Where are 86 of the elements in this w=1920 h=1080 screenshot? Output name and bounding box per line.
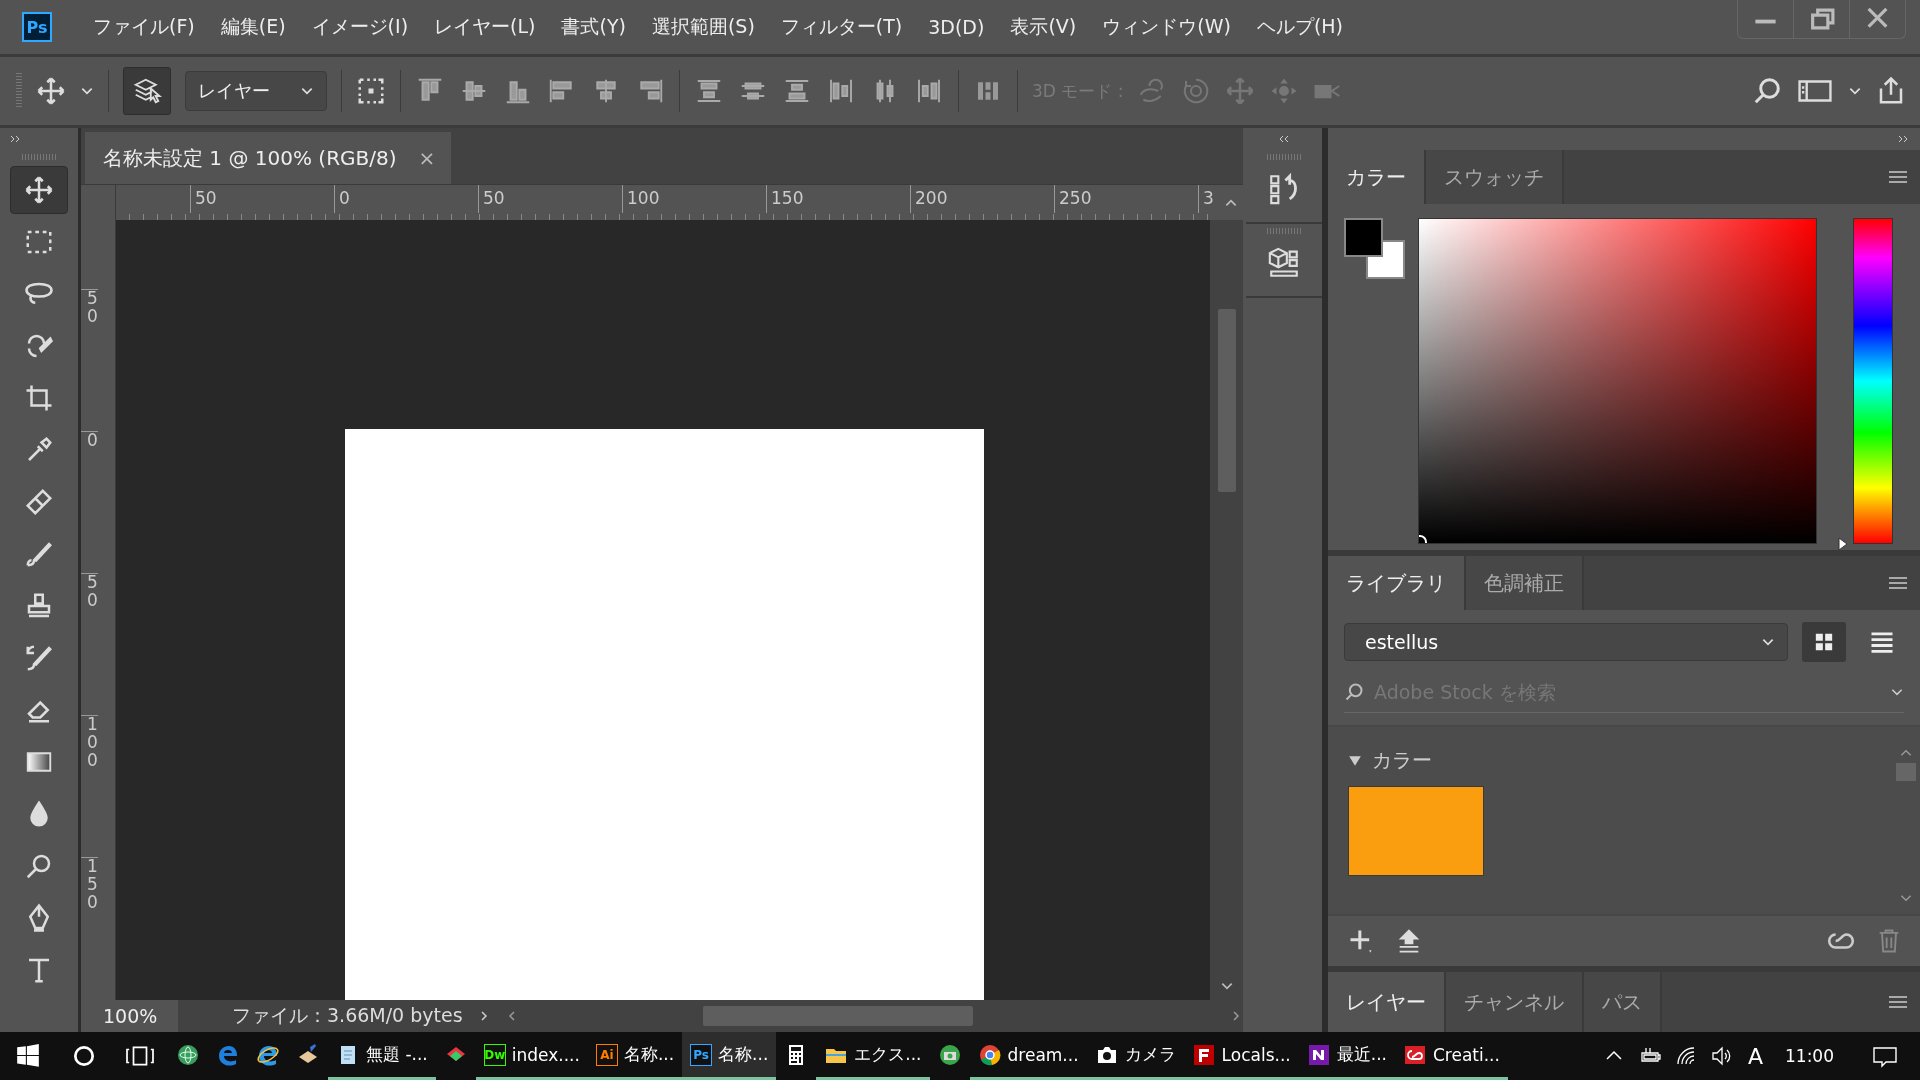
app-icon: Ps [690, 1043, 713, 1066]
panel-menu-icon[interactable] [1888, 995, 1908, 1009]
section-title[interactable]: カラー [1372, 747, 1432, 774]
camera-icon [937, 1042, 962, 1067]
ruler-label: 50 [190, 185, 334, 213]
taskbar-button[interactable]: Creati... [1394, 1032, 1508, 1080]
taskbar-button[interactable]: Dw index.... [475, 1032, 588, 1080]
move-icon[interactable] [36, 76, 66, 106]
search-icon [1344, 682, 1364, 702]
ruler-label: 150 [81, 857, 98, 999]
crop-icon [24, 383, 54, 413]
ruler-label: 50 [81, 573, 98, 715]
atom-icon [176, 1042, 200, 1067]
scrollbar-thumb[interactable] [1217, 309, 1236, 492]
layer-dropdown[interactable]: レイヤー [185, 71, 327, 111]
menu-item[interactable]: 表示(V) [997, 14, 1090, 40]
zoom-field[interactable]: 100% [81, 1000, 178, 1032]
panel-tab[interactable]: 色調補正 [1466, 556, 1584, 610]
color-field[interactable] [1418, 218, 1817, 544]
scroll-down-icon[interactable] [1899, 892, 1913, 904]
panel-tab[interactable]: ライブラリ [1328, 556, 1466, 610]
ruler-label: 250 [1054, 185, 1198, 213]
bandage-icon [24, 487, 54, 517]
menu-item[interactable]: ファイル(F) [80, 14, 208, 40]
ruler-label: 100 [622, 185, 766, 213]
grid-view-icon[interactable] [1802, 622, 1846, 662]
ruler-label: 50 [81, 289, 98, 431]
taskbar-button[interactable]: カメラ [1086, 1032, 1184, 1080]
menu-item[interactable]: 編集(E) [207, 14, 299, 40]
ruler-label: 100 [81, 715, 98, 857]
auto-select-button[interactable] [123, 67, 171, 115]
taskbar-button[interactable]: Ps 名称... [682, 1032, 777, 1080]
ruler-label: 50 [478, 185, 622, 213]
expanded-triangle-icon[interactable] [1348, 753, 1362, 768]
ruler-label: 0 [334, 185, 478, 213]
history-brush-icon [24, 643, 54, 673]
menu-item[interactable]: レイヤー(L) [421, 14, 549, 40]
hue-slider-thumb[interactable] [1837, 537, 1849, 551]
taskbar-button[interactable]: Locals... [1183, 1032, 1299, 1080]
foreground-background-swatches[interactable] [1344, 218, 1406, 280]
scrollbar-thumb[interactable] [1896, 763, 1916, 781]
menu-item[interactable]: ウィンドウ(W) [1089, 14, 1244, 40]
scrollbar-thumb[interactable] [702, 1006, 973, 1026]
ruler-label: 0 [81, 431, 98, 573]
onenote-icon [1306, 1042, 1331, 1067]
panel-tab[interactable]: チャンネル [1446, 972, 1584, 1032]
ruler-label: 3 [1198, 185, 1216, 213]
menu-item[interactable]: フィルター(T) [767, 14, 916, 40]
expand-icon[interactable] [10, 135, 22, 143]
taskbar-button[interactable]: 無題 -... [328, 1032, 436, 1080]
3d-cube-icon[interactable] [1267, 246, 1301, 280]
app-logo: Ps [22, 12, 52, 42]
tool-button[interactable] [10, 166, 68, 214]
four-way-arrow-icon [24, 175, 54, 205]
layers-arrow-icon [132, 76, 162, 106]
panel-tab[interactable]: スウォッチ [1426, 150, 1564, 204]
expand-icon[interactable] [1898, 135, 1910, 143]
library-dropdown[interactable]: estellus [1344, 623, 1788, 661]
transform-controls-icon[interactable] [356, 76, 386, 106]
taskbar-button[interactable]: エクス... [816, 1032, 930, 1080]
app-icon: Ai [595, 1043, 618, 1066]
menu-item[interactable]: 選択範囲(S) [638, 14, 768, 40]
taskbar-button[interactable]: dream... [969, 1032, 1087, 1080]
ruler-label: 150 [766, 185, 910, 213]
panel-menu-icon[interactable] [1888, 170, 1908, 184]
color-swatch[interactable] [1348, 786, 1484, 876]
panel-menu-icon[interactable] [1888, 576, 1908, 590]
panel-tab[interactable]: レイヤー [1328, 972, 1446, 1032]
chrome-icon [977, 1042, 1002, 1067]
document-tab[interactable]: 名称未設定 1 @ 100% (RGB/8) × [85, 132, 452, 184]
filezilla-icon [1191, 1042, 1216, 1067]
taskbar-button[interactable]: 最近... [1298, 1032, 1395, 1080]
menu-item[interactable]: 3D(D) [915, 16, 998, 38]
app-icon: Dw [483, 1043, 506, 1066]
panel-tab[interactable]: カラー [1328, 150, 1426, 204]
input-mode-indicator[interactable]: A [1739, 1043, 1771, 1069]
collapse-icon[interactable] [1278, 135, 1290, 143]
menu-item[interactable]: イメージ(I) [298, 14, 422, 40]
clock[interactable]: 11:00 [1771, 1046, 1840, 1066]
menu-item[interactable]: 書式(Y) [548, 14, 639, 40]
scroll-down-icon[interactable] [1219, 980, 1234, 992]
ruler-label: 200 [910, 185, 1054, 213]
panel-tab[interactable]: パス [1584, 972, 1662, 1032]
menu-item[interactable]: ヘルプ(H) [1243, 14, 1356, 40]
close-tab-button[interactable]: × [418, 146, 436, 170]
file-info: ファイル：3.66M/0 bytes [231, 1003, 463, 1028]
